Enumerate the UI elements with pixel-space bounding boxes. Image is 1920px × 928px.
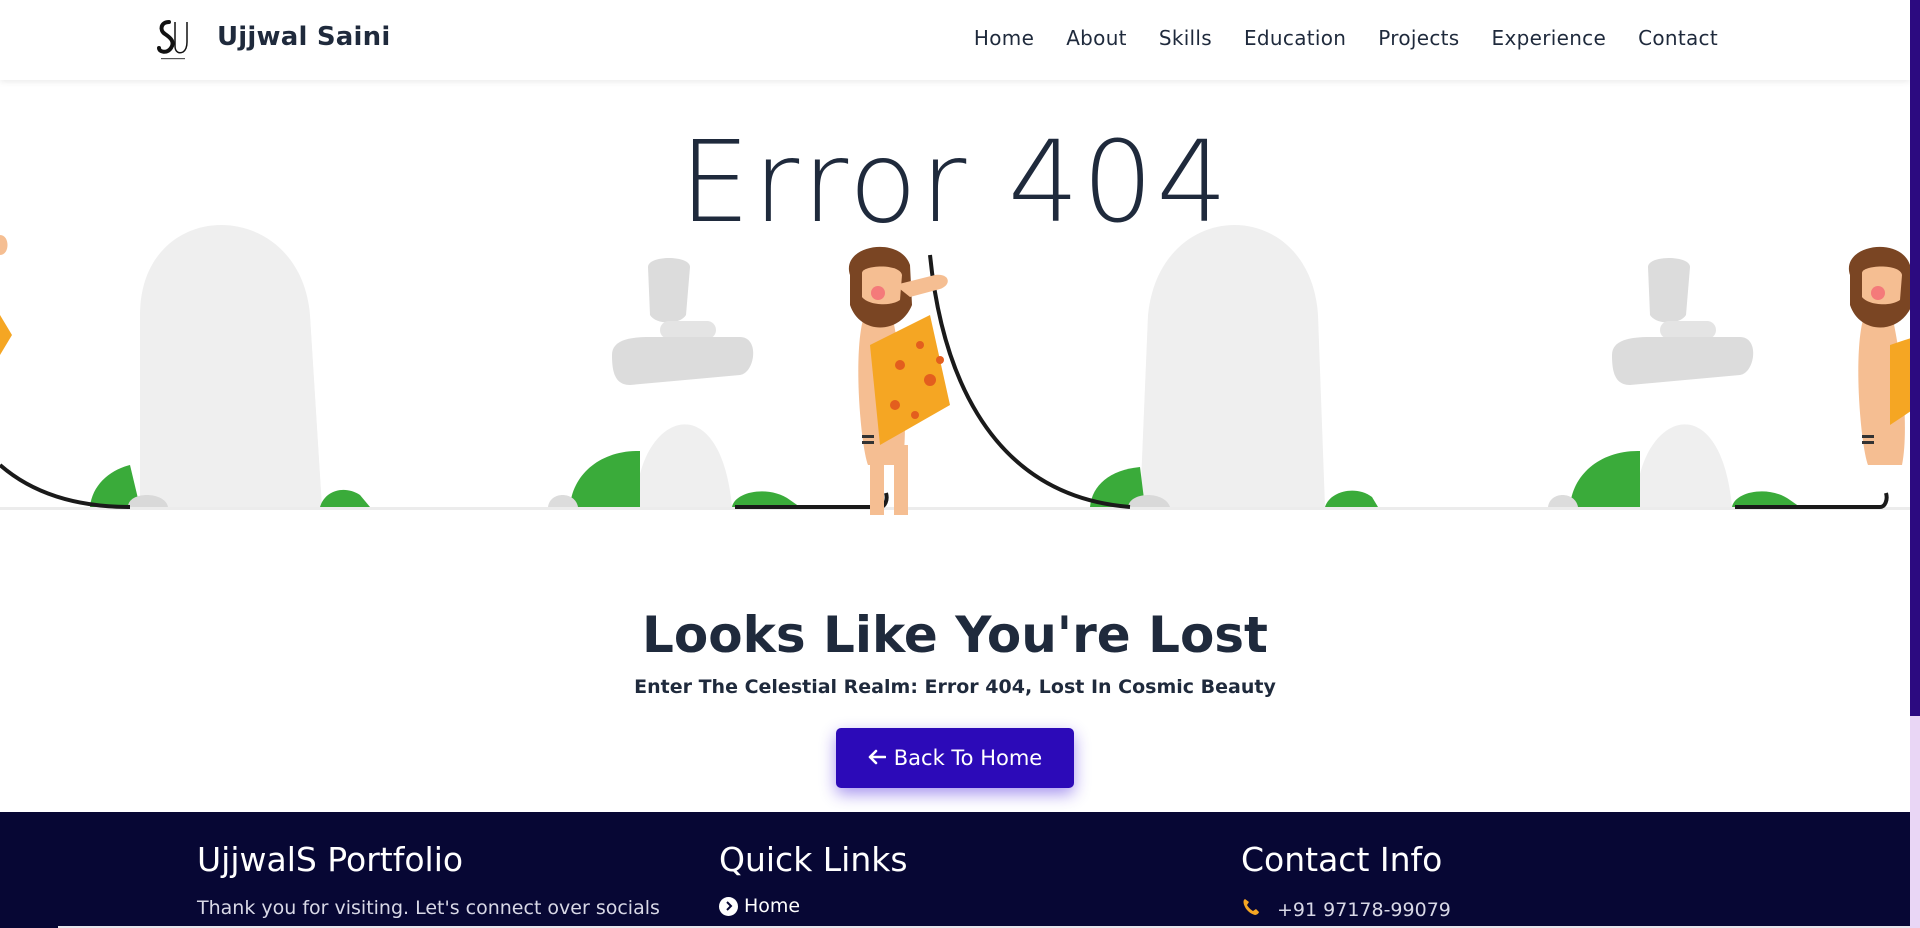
- phone-icon: [1241, 897, 1261, 922]
- nav-skills[interactable]: Skills: [1159, 26, 1212, 50]
- footer-about-text: Thank you for visiting. Let's connect ov…: [197, 897, 660, 919]
- footer-quick-links: Quick Links Home: [719, 840, 908, 917]
- nav-experience[interactable]: Experience: [1492, 26, 1607, 50]
- lost-subtitle: Enter The Celestial Realm: Error 404, Lo…: [634, 676, 1276, 698]
- main-nav: Home About Skills Education Projects Exp…: [942, 26, 1718, 50]
- nav-about[interactable]: About: [1066, 26, 1127, 50]
- footer-about: UjjwalS Portfolio Thank you for visiting…: [197, 840, 660, 919]
- footer-phone[interactable]: +91 97178-99079: [1241, 897, 1451, 922]
- nav-projects[interactable]: Projects: [1378, 26, 1459, 50]
- error-title: Error 404: [679, 118, 1231, 248]
- footer-phone-number: +91 97178-99079: [1277, 898, 1451, 921]
- scrollbar-thumb[interactable]: [1910, 0, 1920, 716]
- nav-contact[interactable]: Contact: [1638, 26, 1718, 50]
- arrow-left-icon: [868, 746, 887, 770]
- footer-contact: Contact Info +91 97178-99079: [1241, 840, 1451, 922]
- footer-contact-title: Contact Info: [1241, 840, 1443, 879]
- site-header: Ujjwal Saini Home About Skills Education…: [0, 0, 1910, 80]
- back-to-home-label: Back To Home: [893, 746, 1043, 770]
- footer-about-title: UjjwalS Portfolio: [197, 840, 464, 879]
- nav-home[interactable]: Home: [974, 26, 1034, 50]
- brand-name[interactable]: Ujjwal Saini: [217, 22, 390, 52]
- footer-link-home-label: Home: [744, 895, 801, 917]
- site-footer: UjjwalS Portfolio Thank you for visiting…: [0, 812, 1910, 928]
- lost-heading: Looks Like You're Lost: [642, 606, 1268, 664]
- footer-link-home[interactable]: Home: [719, 895, 908, 917]
- logo-icon[interactable]: [155, 18, 191, 62]
- back-to-home-button[interactable]: Back To Home: [836, 728, 1074, 788]
- chevron-right-icon: [719, 896, 738, 916]
- footer-quick-links-title: Quick Links: [719, 840, 908, 879]
- nav-education[interactable]: Education: [1244, 26, 1346, 50]
- page-scrollbar[interactable]: [1910, 0, 1920, 928]
